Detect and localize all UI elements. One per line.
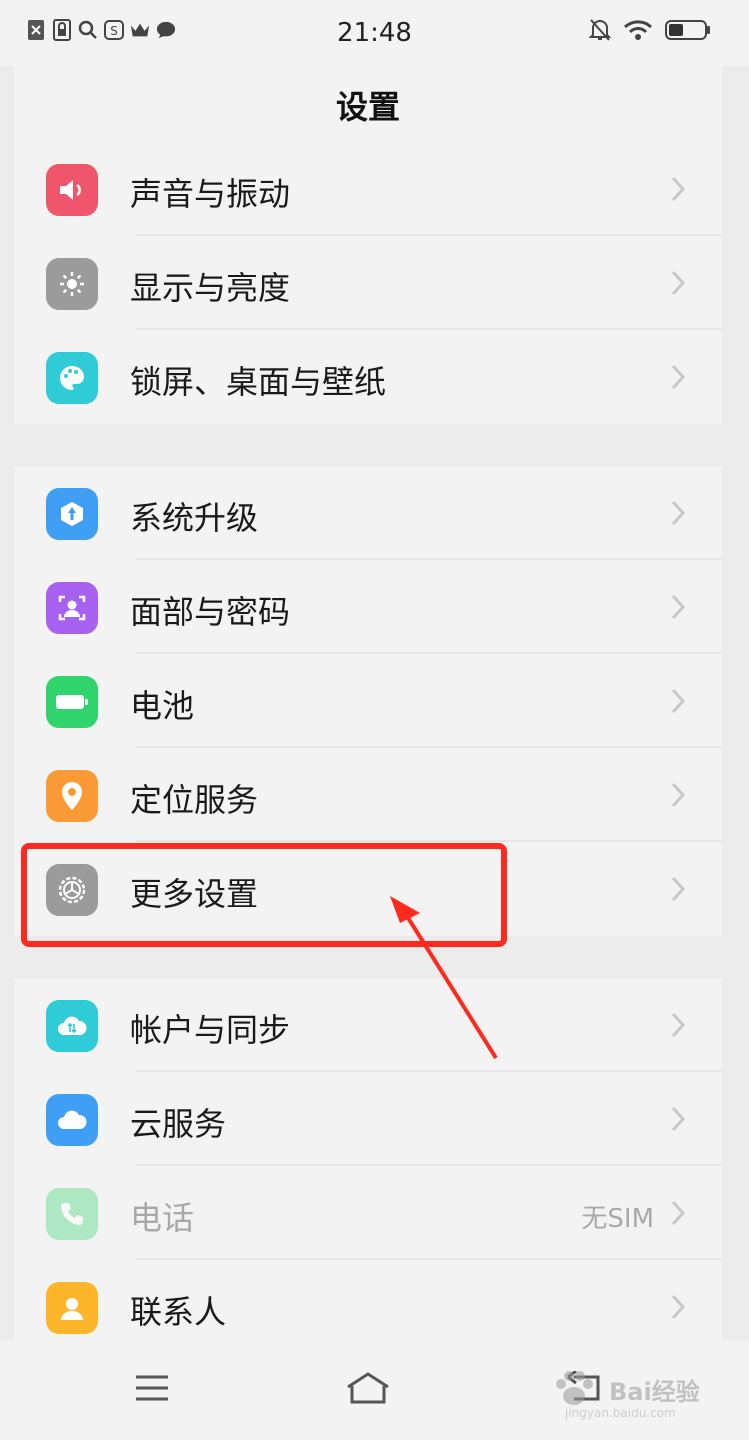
baidu-jingyan-watermark: Bai经验 jingyan.baidu.com (549, 1368, 709, 1428)
menu-icon[interactable] (122, 1358, 182, 1418)
watermark-url: jingyan.baidu.com (565, 1406, 676, 1420)
paw-logo-icon (556, 1371, 593, 1405)
home-icon[interactable] (338, 1358, 398, 1418)
annotation-arrow (390, 896, 498, 1060)
watermark-text: Bai经验 (609, 1378, 700, 1406)
